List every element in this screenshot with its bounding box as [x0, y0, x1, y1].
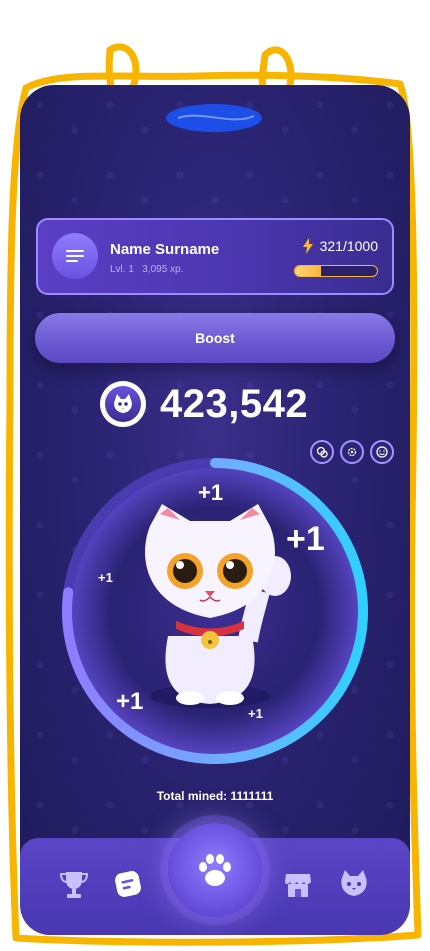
user-name: Name Surname	[110, 241, 220, 258]
menu-icon	[66, 250, 84, 262]
tap-popup: +1	[286, 520, 325, 558]
score-value: 423,542	[160, 381, 309, 426]
energy-text: 321/1000	[319, 238, 378, 254]
nav-cat[interactable]	[334, 864, 374, 904]
nav-shop[interactable]	[278, 864, 318, 904]
cat-icon	[341, 870, 367, 896]
nav-leaderboard[interactable]	[54, 864, 94, 904]
notch-scribble	[166, 104, 262, 132]
level-text: Lvl. 1	[110, 264, 134, 275]
total-mined-value: 1111111	[230, 789, 274, 803]
tap-popup: +1	[198, 480, 224, 505]
tap-popup: +1	[116, 688, 144, 715]
total-mined: Total mined: 1111111	[0, 789, 430, 803]
score-display: 423,542	[100, 379, 308, 429]
profile-card: Name Surname Lvl. 1 3,095 xp. 321/1000	[36, 218, 394, 295]
tasks-icon	[115, 871, 141, 897]
trophy-icon	[59, 872, 89, 898]
nav-tasks[interactable]	[108, 864, 148, 904]
energy-counter: 321/1000	[302, 238, 378, 254]
tap-popup: +1	[248, 706, 263, 721]
menu-button[interactable]	[52, 233, 98, 279]
user-level: Lvl. 1 3,095 xp.	[110, 264, 183, 275]
xp-text: 3,095 xp.	[142, 264, 184, 275]
shop-icon	[285, 874, 311, 897]
tap-area[interactable]: +1 +1 +1 +1 +1	[50, 446, 380, 776]
total-mined-label: Total mined:	[156, 789, 228, 803]
paw-icon	[199, 854, 231, 886]
energy-bar	[294, 265, 378, 277]
energy-bar-fill	[295, 266, 322, 276]
lightning-icon	[302, 238, 313, 254]
cat-coin-icon	[100, 381, 146, 427]
tap-popup: +1	[98, 570, 113, 585]
tap-home-button[interactable]	[168, 823, 262, 917]
boost-button[interactable]: Boost	[35, 313, 395, 363]
